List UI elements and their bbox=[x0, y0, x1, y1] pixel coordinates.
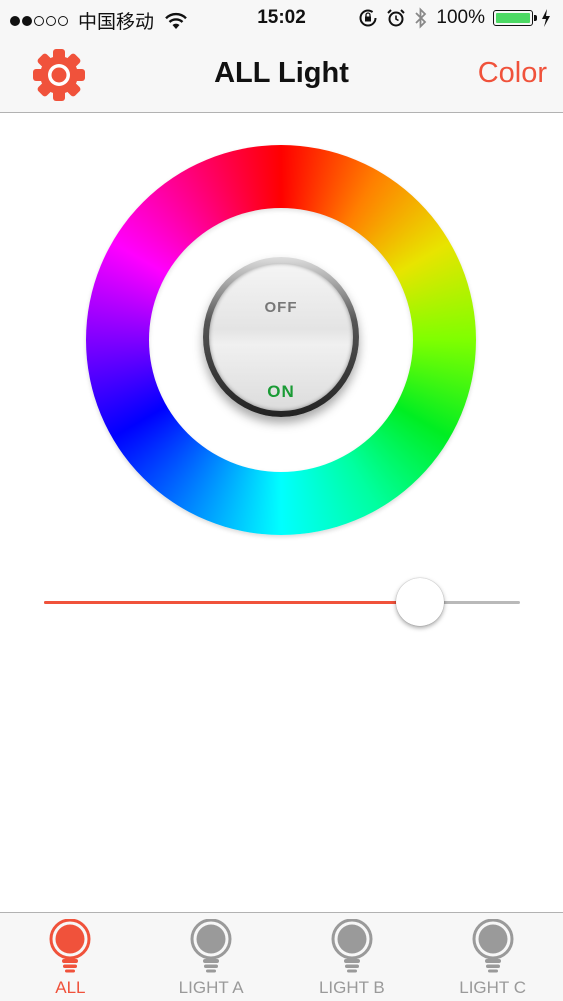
rotation-lock-icon bbox=[359, 9, 377, 27]
switch-on-label: ON bbox=[267, 382, 295, 401]
status-right: 100% bbox=[358, 7, 551, 29]
tab-bar: ALL LIGHT A LIGHT B LIGHT C bbox=[0, 912, 563, 1001]
tab-light-b[interactable]: LIGHT B bbox=[282, 913, 423, 1001]
power-switch[interactable]: OFF ON bbox=[203, 257, 359, 417]
slider-fill bbox=[44, 601, 421, 604]
bulb-icon bbox=[331, 919, 373, 973]
tab-label: ALL bbox=[55, 978, 86, 997]
tab-label: LIGHT B bbox=[318, 978, 385, 997]
alarm-icon bbox=[387, 9, 406, 27]
bulb-icon bbox=[472, 919, 514, 973]
tab-light-c[interactable]: LIGHT C bbox=[422, 913, 563, 1001]
bulb-icon bbox=[49, 919, 91, 973]
brightness-slider[interactable] bbox=[44, 575, 520, 631]
bulb-icon bbox=[190, 919, 232, 973]
tab-all[interactable]: ALL bbox=[0, 913, 141, 1001]
color-wheel[interactable]: OFF ON bbox=[86, 145, 476, 535]
power-switch-knob[interactable]: OFF ON bbox=[209, 263, 353, 411]
tab-label: LIGHT C bbox=[459, 978, 526, 997]
status-bar: 中国移动 15:02 100% bbox=[0, 0, 563, 38]
switch-off-label: OFF bbox=[264, 299, 298, 316]
charging-icon bbox=[542, 9, 550, 27]
color-button[interactable]: Color bbox=[478, 57, 547, 90]
battery-icon bbox=[493, 10, 537, 26]
slider-thumb[interactable] bbox=[396, 578, 445, 626]
tab-label: LIGHT A bbox=[178, 978, 244, 997]
tab-light-a[interactable]: LIGHT A bbox=[141, 913, 282, 1001]
nav-bar: ALL Light Color bbox=[0, 38, 563, 113]
battery-percent: 100% bbox=[436, 7, 485, 28]
bluetooth-icon bbox=[415, 7, 427, 29]
